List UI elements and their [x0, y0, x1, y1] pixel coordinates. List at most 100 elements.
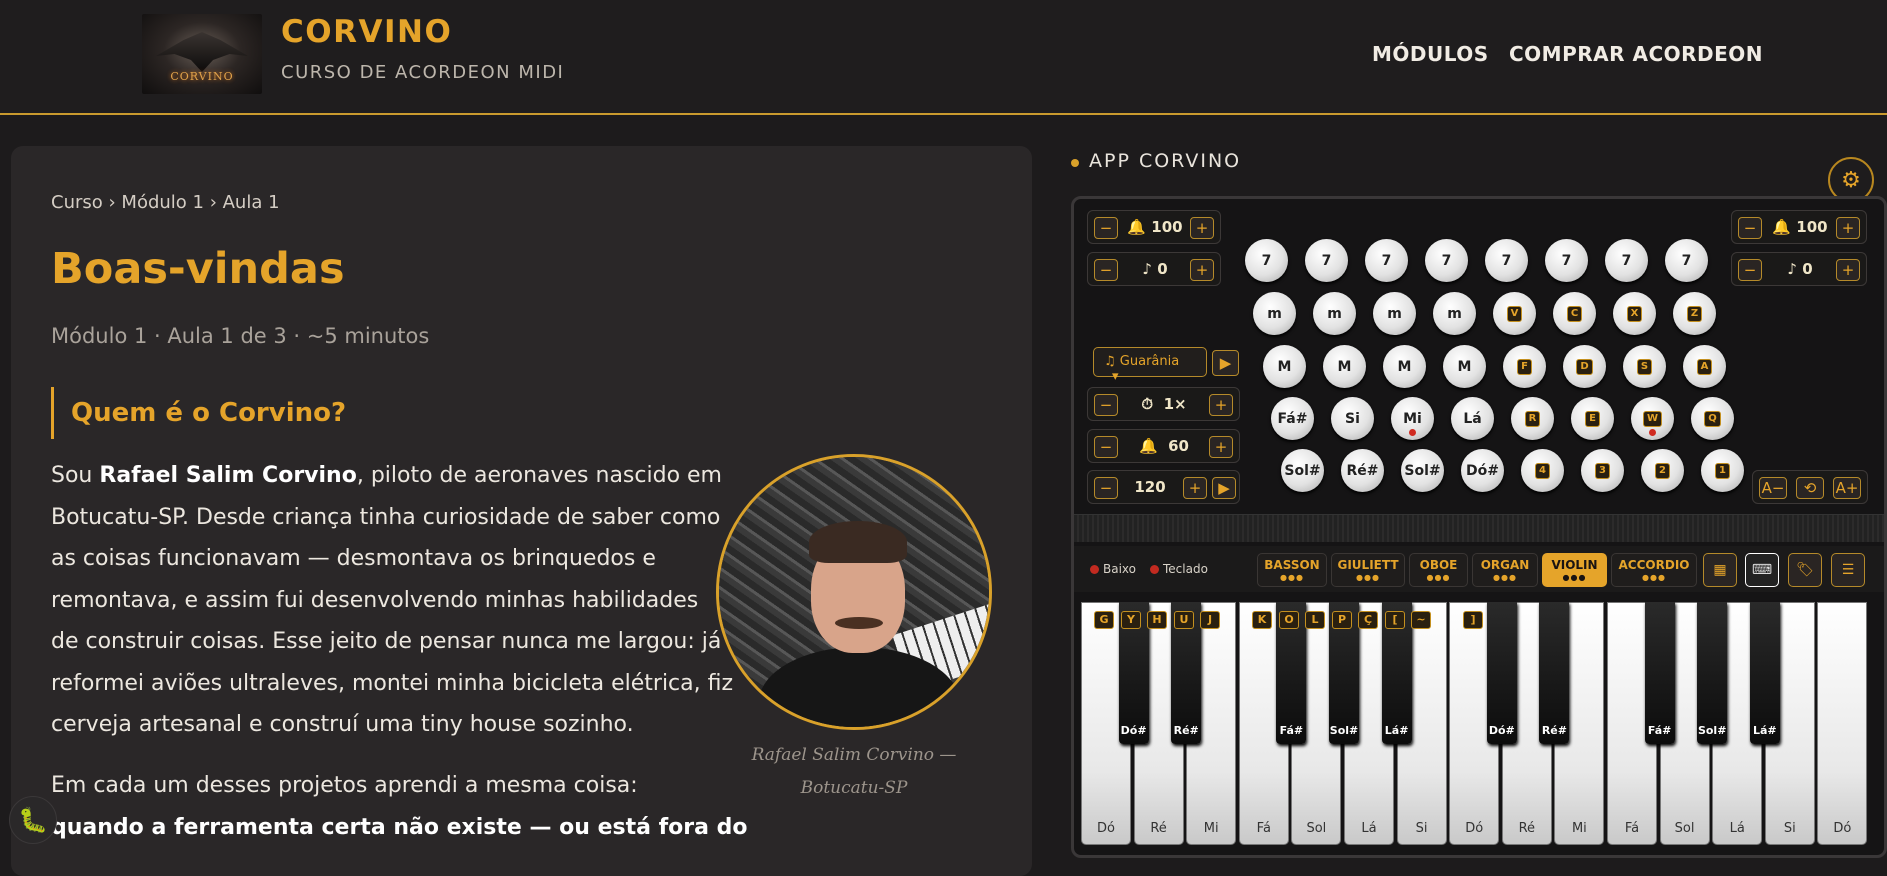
- bass-button[interactable]: R: [1511, 397, 1554, 440]
- bass-button[interactable]: m: [1373, 292, 1416, 335]
- brand-name[interactable]: CORVINO: [281, 14, 452, 50]
- bass-button[interactable]: 7: [1665, 239, 1708, 282]
- left-transpose-plus[interactable]: +: [1190, 259, 1214, 281]
- tag-icon[interactable]: 🏷: [1788, 553, 1822, 587]
- bass-button[interactable]: A: [1683, 345, 1726, 388]
- metronome-minus[interactable]: −: [1094, 436, 1118, 458]
- bass-button[interactable]: Fá#: [1271, 397, 1314, 440]
- p1-line: de construir coisas. Esse jeito de pensa…: [51, 629, 722, 654]
- bpm-plus[interactable]: +: [1183, 477, 1207, 499]
- site-logo[interactable]: CORVINO: [142, 14, 262, 94]
- bass-button[interactable]: 1: [1701, 449, 1744, 492]
- black-key[interactable]: Lá#: [1749, 602, 1780, 744]
- bass-button-label: 7: [1561, 252, 1572, 269]
- white-key[interactable]: Dó: [1817, 602, 1868, 845]
- font-larger-button[interactable]: A+: [1833, 477, 1861, 499]
- bpm-minus[interactable]: −: [1094, 477, 1118, 499]
- menu-icon[interactable]: ☰: [1831, 553, 1865, 587]
- source-baixo-label: Baixo: [1103, 562, 1136, 576]
- key-label: Sol#: [1697, 724, 1727, 737]
- left-volume-value: 🔔 100: [1124, 218, 1186, 236]
- register-giuliett[interactable]: GIULIETT ●●●: [1331, 553, 1405, 587]
- font-smaller-button[interactable]: A−: [1759, 477, 1787, 499]
- bass-button[interactable]: M: [1323, 345, 1366, 388]
- bass-button[interactable]: 7: [1245, 239, 1288, 282]
- play-icon[interactable]: ▶: [1212, 477, 1236, 499]
- bug-icon[interactable]: 🐛: [9, 796, 57, 844]
- black-key[interactable]: Sol#: [1697, 602, 1728, 744]
- bass-button[interactable]: Sol#: [1401, 449, 1444, 492]
- bass-button[interactable]: E: [1571, 397, 1614, 440]
- bass-button[interactable]: W: [1631, 397, 1674, 440]
- black-key[interactable]: Ré#: [1539, 602, 1570, 744]
- source-teclado[interactable]: Teclado: [1150, 562, 1208, 576]
- bass-button[interactable]: X: [1613, 292, 1656, 335]
- bass-button[interactable]: 7: [1425, 239, 1468, 282]
- black-key[interactable]: Fá#: [1644, 602, 1675, 744]
- bass-button-label: Lá: [1463, 410, 1482, 427]
- p1-line: remontava, e assim fui desenvolvendo min…: [51, 587, 699, 613]
- bass-button[interactable]: M: [1443, 345, 1486, 388]
- bass-button[interactable]: D: [1563, 345, 1606, 388]
- bass-button[interactable]: m: [1433, 292, 1476, 335]
- bass-button[interactable]: Z: [1673, 292, 1716, 335]
- bass-button[interactable]: F: [1503, 345, 1546, 388]
- bass-button[interactable]: 4: [1521, 449, 1564, 492]
- left-transpose-control: − ♪ 0 +: [1087, 252, 1221, 286]
- black-key[interactable]: Dó#: [1486, 602, 1517, 744]
- bass-button[interactable]: 7: [1305, 239, 1348, 282]
- register-accordio[interactable]: ACCORDIO ●●●: [1611, 553, 1697, 587]
- bass-button[interactable]: S: [1623, 345, 1666, 388]
- register-basson[interactable]: BASSON ●●●: [1257, 553, 1327, 587]
- register-violin[interactable]: VIOLIN ●●●: [1542, 553, 1607, 587]
- source-baixo[interactable]: Baixo: [1090, 562, 1136, 576]
- bass-button[interactable]: Si: [1331, 397, 1374, 440]
- key-label: Fá: [1624, 821, 1640, 836]
- bass-button[interactable]: m: [1313, 292, 1356, 335]
- left-volume-plus[interactable]: +: [1190, 217, 1214, 239]
- bass-button[interactable]: Lá: [1451, 397, 1494, 440]
- right-transpose-plus[interactable]: +: [1836, 259, 1860, 281]
- tempo-mult-minus[interactable]: −: [1094, 394, 1118, 416]
- bass-button[interactable]: Q: [1691, 397, 1734, 440]
- key-label: Dó#: [1120, 724, 1147, 737]
- right-transpose-minus[interactable]: −: [1738, 259, 1762, 281]
- bass-button[interactable]: C: [1553, 292, 1596, 335]
- bass-layout-icon[interactable]: ▦: [1703, 553, 1737, 587]
- bass-button[interactable]: Mi: [1391, 397, 1434, 440]
- breadcrumb[interactable]: Curso › Módulo 1 › Aula 1: [51, 192, 280, 213]
- left-volume-minus[interactable]: −: [1094, 217, 1118, 239]
- nav-comprar-acordeon[interactable]: COMPRAR ACORDEON: [1509, 42, 1763, 66]
- bass-button[interactable]: M: [1383, 345, 1426, 388]
- bass-button[interactable]: 3: [1581, 449, 1624, 492]
- left-transpose-minus[interactable]: −: [1094, 259, 1118, 281]
- register-organ[interactable]: ORGAN ●●●: [1472, 553, 1538, 587]
- key-label: Mi: [1571, 821, 1587, 836]
- bass-button[interactable]: M: [1263, 345, 1306, 388]
- bass-button[interactable]: 2: [1641, 449, 1684, 492]
- preset-select[interactable]: ♫ Guarânia ▾: [1093, 347, 1207, 384]
- metronome-plus[interactable]: +: [1209, 436, 1233, 458]
- bass-button[interactable]: 7: [1485, 239, 1528, 282]
- p1-line: cerveja artesanal e construí uma tiny ho…: [51, 712, 634, 737]
- bass-button[interactable]: m: [1253, 292, 1296, 335]
- register-dots: ●●●: [1356, 573, 1380, 582]
- bass-button[interactable]: 7: [1365, 239, 1408, 282]
- active-dot: [1409, 429, 1416, 436]
- bass-button[interactable]: 7: [1545, 239, 1588, 282]
- keyboard-icon[interactable]: ⌨: [1745, 553, 1779, 587]
- bass-button[interactable]: Dó#: [1461, 449, 1504, 492]
- right-volume-plus[interactable]: +: [1836, 217, 1860, 239]
- key-label: Dó: [1833, 821, 1852, 836]
- bass-button[interactable]: V: [1493, 292, 1536, 335]
- play-icon[interactable]: ▶: [1212, 350, 1239, 376]
- font-reset-button[interactable]: ⟲: [1796, 477, 1824, 499]
- register-oboe[interactable]: OBOE ●●●: [1409, 553, 1468, 587]
- bass-button[interactable]: Ré#: [1341, 449, 1384, 492]
- right-volume-control: − 🔔 100 +: [1731, 210, 1867, 244]
- nav-modulos[interactable]: MÓDULOS: [1372, 42, 1489, 66]
- right-volume-minus[interactable]: −: [1738, 217, 1762, 239]
- tempo-mult-plus[interactable]: +: [1209, 394, 1233, 416]
- bass-button[interactable]: Sol#: [1281, 449, 1324, 492]
- bass-button[interactable]: 7: [1605, 239, 1648, 282]
